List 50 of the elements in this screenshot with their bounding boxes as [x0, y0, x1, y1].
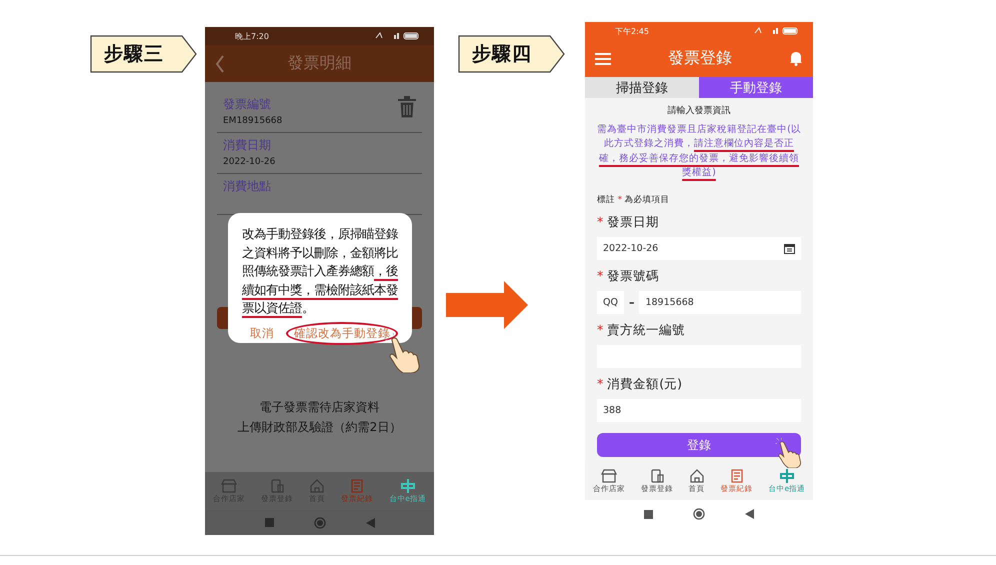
notice-text: 電子發票需待店家資料 — [260, 399, 380, 416]
tab[interactable]: 掃描登錄 — [585, 77, 699, 98]
date-field[interactable]: 2022-10-26 — [597, 237, 801, 260]
logo-icon — [400, 478, 416, 492]
bell-icon[interactable] — [789, 51, 803, 66]
input-field[interactable]: 388 — [597, 399, 801, 422]
tab[interactable]: 手動登錄 — [699, 77, 813, 98]
field-label: * 消費金額(元) — [597, 376, 683, 394]
receipt-icon — [728, 468, 745, 482]
field-label: 消費地點 — [223, 178, 271, 195]
home-icon — [688, 468, 705, 482]
receipt-icon — [349, 478, 366, 492]
calendar-icon[interactable] — [784, 243, 795, 254]
logo-icon — [778, 468, 795, 482]
field-label: * 發票號碼 — [597, 268, 660, 286]
home-icon — [309, 478, 326, 492]
step-label: 步驟四 — [458, 35, 566, 73]
required-note: 標註 * 為必填項目 — [597, 194, 671, 206]
notice-text: 上傳財政部及驗證（約需2日） — [238, 419, 402, 436]
notice-text: 需為臺中市消費發票且店家稅籍登記在臺中(以此方式登錄之消費，請注意欄位內容是否正確，務必妥善保存您的發票，避免影響後續領獎權益) — [597, 123, 801, 180]
step-label: 步驟三 — [90, 35, 198, 73]
phone-receipt-icon — [269, 478, 286, 492]
right-arrow-icon — [446, 281, 528, 329]
screen-title: 發票登錄 — [667, 48, 733, 69]
input-field[interactable]: 18915668 — [639, 291, 801, 314]
field-label: 消費日期 — [223, 137, 272, 154]
phone-receipt-icon — [648, 468, 665, 482]
dash-separator: – — [628, 296, 634, 310]
menu-icon[interactable] — [595, 52, 611, 64]
screen-title: 發票明細 — [286, 53, 352, 74]
field-label: * 發票日期 — [597, 214, 660, 232]
recent-apps-icon[interactable] — [644, 510, 653, 518]
form-intro: 請輸入發票資訊 — [666, 104, 732, 117]
back-chevron-icon[interactable] — [215, 54, 225, 72]
home-circle-icon[interactable] — [693, 508, 705, 520]
status-time: 下午2:45 — [615, 26, 649, 36]
trash-icon[interactable] — [398, 96, 416, 118]
submit-button[interactable]: 登錄 — [597, 433, 801, 458]
input-field[interactable]: QQ — [597, 291, 624, 314]
field-value: EM18915668 — [223, 116, 282, 126]
dialog-message: 改為手動登錄後，原掃瞄登錄之資料將予以刪除，金額將比照傳統發票計入產券總額，後續如有中獎，需檢附該紙本發票以資佐證。 — [242, 225, 398, 317]
storefront-icon — [221, 478, 238, 492]
storefront-icon — [600, 468, 617, 482]
field-label: 發票編號 — [223, 96, 272, 113]
back-icon[interactable] — [745, 509, 754, 519]
dialog-button[interactable]: 取消 — [248, 322, 276, 344]
field-value: 2022-10-26 — [223, 157, 276, 167]
field-label: * 賣方統一編號 — [597, 322, 686, 340]
pointing-hand-drawing — [775, 438, 802, 468]
status-time: 晚上7:20 — [235, 30, 269, 42]
